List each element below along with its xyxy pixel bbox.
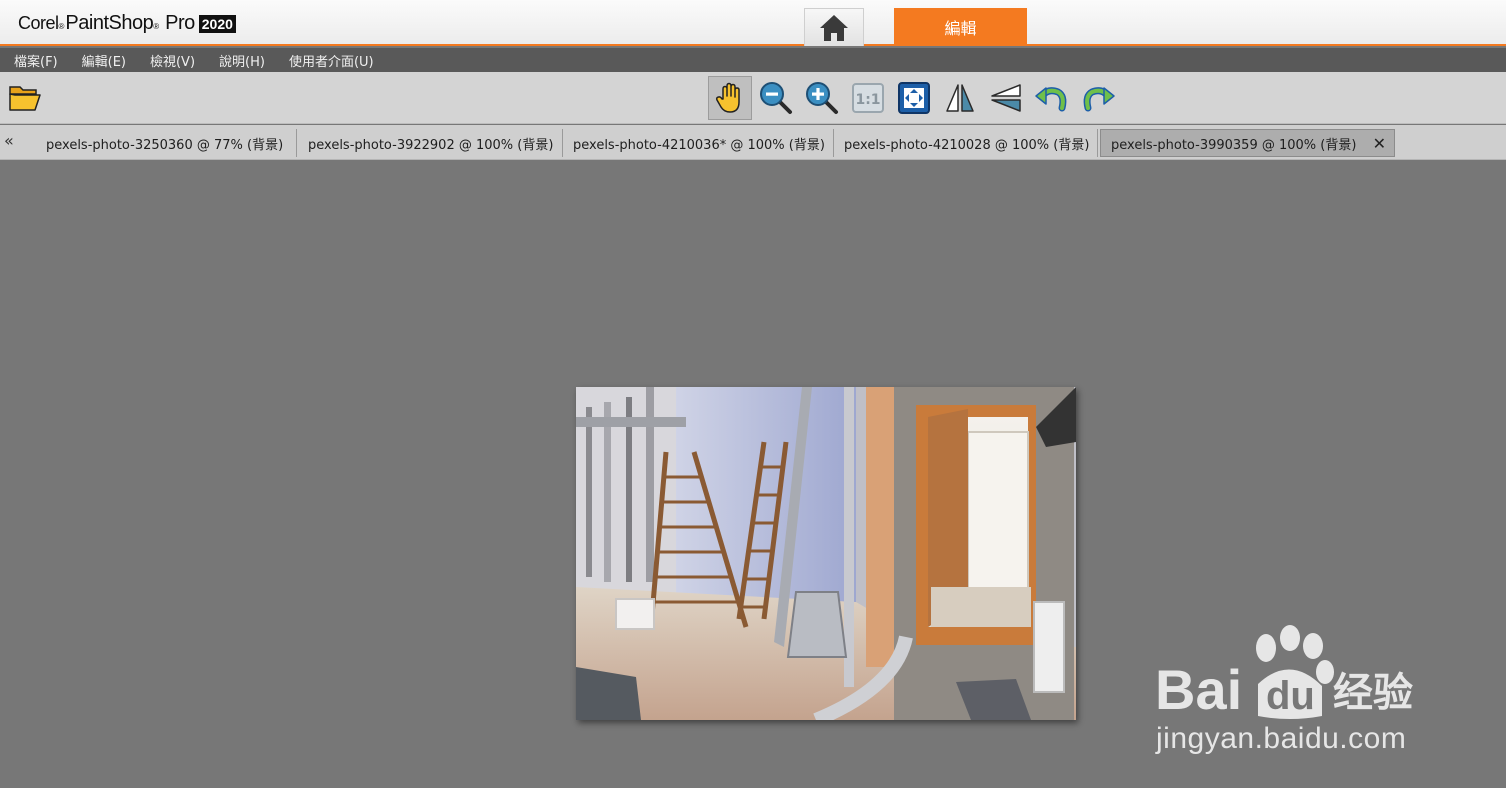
fit-to-window-button[interactable] <box>892 76 936 120</box>
zoom-out-icon <box>760 82 792 114</box>
logo-pro: Pro <box>165 12 195 34</box>
document-tab-active[interactable]: pexels-photo-3990359 @ 100% (背景) ✕ <box>1100 129 1395 157</box>
document-tab-strip: « pexels-photo-3250360 @ 77% (背景) pexels… <box>0 125 1506 160</box>
svg-text:Bai: Bai <box>1155 658 1242 721</box>
logo-paintshop: PaintShop <box>65 12 154 34</box>
tab-scroll-left-button[interactable]: « <box>4 131 14 150</box>
title-bar: Corel ® PaintShop ® Pro 2020 編輯 <box>0 0 1506 46</box>
menu-edit[interactable]: 編輯(E) <box>78 51 130 70</box>
zoom-out-button[interactable] <box>754 76 798 120</box>
registered-mark: ® <box>58 22 65 31</box>
app-logo: Corel ® PaintShop ® Pro 2020 <box>18 12 236 36</box>
fit-window-icon <box>898 82 930 114</box>
menu-user-interface[interactable]: 使用者介面(U) <box>285 51 378 70</box>
document-tab[interactable]: pexels-photo-4210036* @ 100% (背景) <box>563 129 834 157</box>
renovation-room-photo <box>576 387 1076 720</box>
document-tab[interactable]: pexels-photo-3250360 @ 77% (背景) <box>36 129 297 157</box>
flip-vertical-button[interactable] <box>984 76 1028 120</box>
flip-horizontal-button[interactable] <box>938 76 982 120</box>
open-folder-button[interactable] <box>8 82 44 114</box>
registered-mark: ® <box>153 22 160 31</box>
pan-hand-icon <box>715 82 740 113</box>
rotate-left-button[interactable] <box>1030 76 1074 120</box>
menu-file[interactable]: 檔案(F) <box>10 51 62 70</box>
document-tab-label: pexels-photo-4210028 @ 100% (背景) <box>844 137 1090 153</box>
document-tab-label: pexels-photo-3922902 @ 100% (背景) <box>308 137 554 153</box>
document-tab-label: pexels-photo-4210036* @ 100% (背景) <box>573 137 825 153</box>
svg-text:经验: 经验 <box>1333 670 1413 716</box>
pan-tool-button[interactable] <box>708 76 752 120</box>
rotate-right-button[interactable] <box>1076 76 1120 120</box>
svg-text:du: du <box>1266 674 1315 718</box>
document-tab-label: pexels-photo-3990359 @ 100% (背景) <box>1111 137 1357 153</box>
logo-year: 2020 <box>198 15 236 33</box>
home-icon <box>820 14 848 41</box>
actual-size-button[interactable]: 1:1 <box>846 76 890 120</box>
rotate-right-icon <box>1083 87 1115 112</box>
menu-help[interactable]: 說明(H) <box>215 51 269 70</box>
baidu-watermark-url: jingyan.baidu.com <box>1156 722 1407 755</box>
toolbar: 1:1 <box>0 72 1506 124</box>
rotate-left-icon <box>1035 87 1067 112</box>
actual-size-icon: 1:1 <box>852 83 884 113</box>
logo-corel: Corel <box>18 13 59 33</box>
flip-vertical-icon <box>991 84 1021 112</box>
edit-tab[interactable]: 編輯 <box>894 8 1027 46</box>
home-tab[interactable] <box>804 8 864 46</box>
canvas-image[interactable] <box>576 387 1076 720</box>
document-tab[interactable]: pexels-photo-3922902 @ 100% (背景) <box>298 129 563 157</box>
document-tab-label: pexels-photo-3250360 @ 77% (背景) <box>46 137 284 153</box>
document-tab[interactable]: pexels-photo-4210028 @ 100% (背景) <box>834 129 1098 157</box>
menu-view[interactable]: 檢視(V) <box>146 51 199 70</box>
menu-bar: 檔案(F) 編輯(E) 檢視(V) 說明(H) 使用者介面(U) <box>0 48 1506 72</box>
svg-text:1:1: 1:1 <box>855 92 880 108</box>
zoom-in-button[interactable] <box>800 76 844 120</box>
zoom-in-icon <box>806 82 838 114</box>
close-tab-icon[interactable]: ✕ <box>1373 134 1386 153</box>
open-folder-icon <box>9 86 41 111</box>
flip-horizontal-icon <box>946 84 974 112</box>
